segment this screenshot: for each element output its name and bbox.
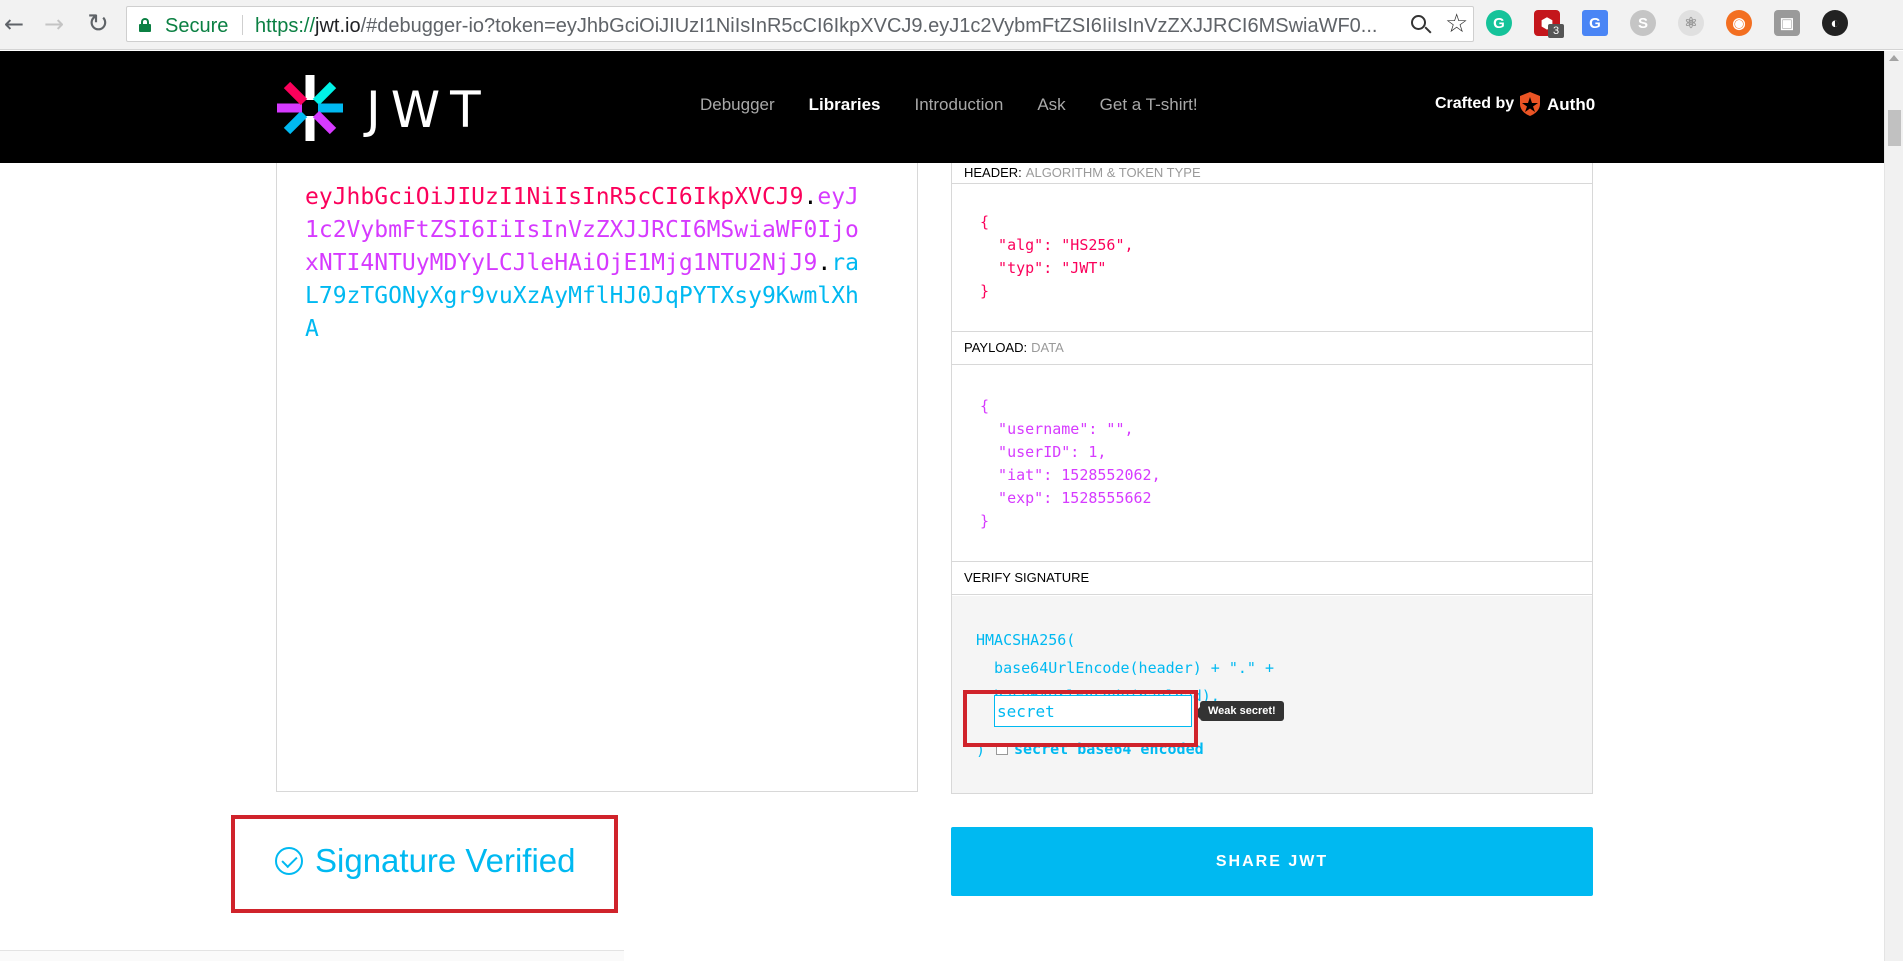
payload-section-title: PAYLOAD: DATA (952, 331, 1592, 365)
auth0-shield-icon[interactable] (1518, 91, 1542, 117)
react-devtools-icon[interactable]: ⚛ (1678, 10, 1704, 36)
address-divider (242, 15, 243, 35)
skype-icon[interactable]: S (1630, 10, 1656, 36)
bottom-strip (0, 950, 624, 961)
signature-highlight-box (231, 815, 618, 913)
header-json-editor[interactable]: { "alg": "HS256", "typ": "JWT" } (980, 211, 1134, 303)
url-text[interactable]: https://jwt.io/#debugger-io?token=eyJhbG… (255, 15, 1385, 38)
nav-debugger[interactable]: Debugger (700, 95, 775, 115)
nav-ask[interactable]: Ask (1037, 95, 1065, 115)
reload-icon[interactable]: ↻ (84, 9, 112, 39)
site-nav: Debugger Libraries Introduction Ask Get … (700, 95, 1232, 115)
crafted-by-label: Crafted by (1435, 95, 1515, 112)
page-scrollbar[interactable] (1884, 51, 1903, 961)
jwt-logo-text: JWT (366, 81, 491, 139)
ublock-badge: 3 (1548, 24, 1564, 38)
color-picker-icon[interactable]: ◐ (1822, 10, 1848, 36)
bookmark-star-icon[interactable]: ☆ (1445, 9, 1468, 39)
zoom-icon[interactable] (1409, 13, 1433, 37)
lock-icon (139, 18, 151, 32)
payload-json-editor[interactable]: { "username": "", "userID": 1, "iat": 15… (980, 395, 1161, 533)
encoded-token-panel[interactable]: eyJhbGciOiJIUzI1NiIsInR5cCI6IkpXVCJ9.eyJ… (276, 163, 918, 792)
browser-toolbar: ← → ↻ Secure https://jwt.io/#debugger-io… (0, 0, 1903, 50)
address-bar[interactable]: Secure https://jwt.io/#debugger-io?token… (126, 6, 1474, 42)
weak-secret-tooltip: Weak secret! (1194, 701, 1284, 721)
share-jwt-button[interactable]: SHARE JWT (951, 827, 1593, 896)
header-section-title: HEADER: ALGORITHM & TOKEN TYPE (952, 163, 1592, 184)
auth0-brand-text[interactable]: Auth0 (1547, 95, 1595, 115)
jwt-logo-icon[interactable] (275, 73, 345, 143)
translate-icon[interactable]: G (1582, 10, 1608, 36)
verify-section-title: VERIFY SIGNATURE (952, 561, 1592, 595)
nav-introduction[interactable]: Introduction (914, 95, 1003, 115)
nav-tshirt[interactable]: Get a T-shirt! (1100, 95, 1198, 115)
nav-libraries[interactable]: Libraries (809, 95, 881, 115)
secure-label: Secure (165, 15, 229, 37)
ubuntu-icon[interactable]: ◉ (1726, 10, 1752, 36)
scroll-thumb[interactable] (1888, 110, 1901, 146)
secret-highlight-box (963, 690, 1198, 747)
token-header-part: eyJhbGciOiJIUzI1NiIsInR5cCI6IkpXVCJ9 (305, 184, 804, 210)
forward-arrow-icon[interactable]: → (40, 10, 68, 38)
grammarly-icon[interactable]: G (1486, 10, 1512, 36)
site-header: JWT Debugger Libraries Introduction Ask … (0, 51, 1884, 163)
ublock-icon[interactable]: ⬢ 3 (1534, 10, 1564, 38)
back-arrow-icon[interactable]: ← (0, 10, 28, 38)
encoded-token-text[interactable]: eyJhbGciOiJIUzI1NiIsInR5cCI6IkpXVCJ9.eyJ… (305, 181, 865, 346)
extension-grey-icon[interactable]: ▣ (1774, 10, 1800, 36)
scroll-up-arrow-icon[interactable] (1889, 55, 1899, 61)
